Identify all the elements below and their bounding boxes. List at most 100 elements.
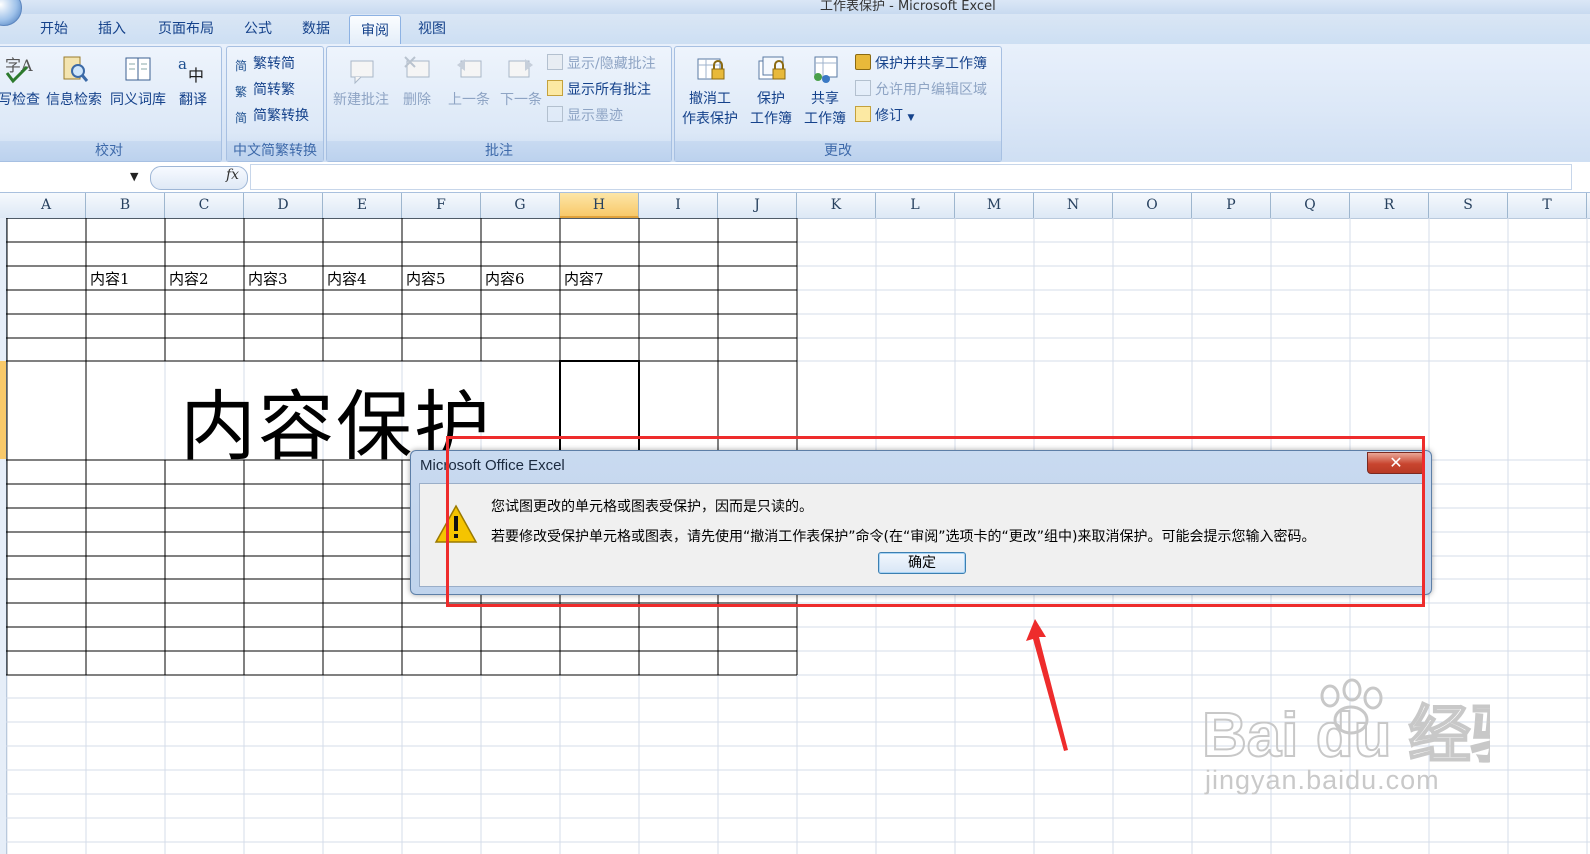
cell-text: 内容3 [248,270,288,288]
cell-text: 内容4 [327,270,367,288]
column-header-f[interactable]: F [402,193,481,218]
column-header-g[interactable]: G [481,193,560,218]
simp-to-trad-button[interactable]: 繁简转繁 [235,79,295,101]
tab-formulas[interactable]: 公式 [232,14,284,44]
column-headers: ABCDEFGHIJKLMNOPQRST [0,193,1590,219]
chevron-down-icon: ▼ [907,113,915,123]
name-box-dropdown-icon[interactable]: ▼ [130,170,138,183]
column-header-d[interactable]: D [244,193,323,218]
thesaurus-button[interactable]: 同义词库 [107,53,169,109]
group-label-chinese-conversion: 中文简繁转换 [227,141,323,161]
new-comment-icon [350,60,374,85]
tab-view[interactable]: 视图 [406,14,458,44]
active-cell[interactable] [559,360,640,461]
conversion-button[interactable]: 简简繁转换 [235,105,309,127]
show-ink-icon [547,106,563,122]
close-button[interactable]: ✕ [1367,452,1425,474]
column-header-n[interactable]: N [1034,193,1113,218]
group-comments: 新建批注 删除 上一条 下一条 显示/隐藏批注 显示所有批注 显示墨迹 批注 [326,46,672,162]
window-title: 工作表保护 - Microsoft Excel [820,0,996,14]
allow-edit-ranges-button[interactable]: 允许用户编辑区域 [855,79,987,101]
warning-icon [434,504,478,543]
group-proofing: 字A 写检查 信息检索 同义词库 a 中 翻译 校对 [0,46,222,162]
column-header-o[interactable]: O [1113,193,1192,218]
share-workbook-icon [814,56,838,83]
column-header-l[interactable]: L [876,193,955,218]
share-workbook-button[interactable]: 共享 工作簿 [799,53,851,129]
formula-bar: ▼ fx [0,162,1590,193]
column-header-a[interactable]: A [7,193,86,218]
spelling-icon: 字A [5,56,33,84]
column-header-j[interactable]: J [718,193,797,218]
protect-share-label: 保护并共享工作簿 [875,56,987,72]
share-workbook-label-2: 工作簿 [804,111,846,127]
tab-home[interactable]: 开始 [28,14,80,44]
column-header-r[interactable]: R [1350,193,1429,218]
unprotect-sheet-button[interactable]: 撤消工 作表保护 [677,53,743,129]
trad-to-simp-label: 繁转简 [253,56,295,72]
translate-button[interactable]: a 中 翻译 [173,53,213,109]
delete-comment-label: 删除 [403,92,431,108]
new-comment-button[interactable]: 新建批注 [329,53,393,109]
spelling-button[interactable]: 字A 写检查 [0,53,41,109]
protect-workbook-button[interactable]: 保护 工作簿 [743,53,799,129]
protect-workbook-label-2: 工作簿 [750,111,792,127]
unprotect-sheet-label-1: 撤消工 [689,91,731,107]
column-header-e[interactable]: E [323,193,402,218]
conversion-icon: 简 [235,111,248,125]
cell-text: 内容1 [90,270,130,288]
column-header-i[interactable]: I [639,193,718,218]
tab-review[interactable]: 审阅 [349,15,401,46]
tab-page-layout[interactable]: 页面布局 [148,14,224,44]
tab-insert[interactable]: 插入 [86,14,138,44]
svg-text:a: a [178,55,187,73]
trad-to-simp-button[interactable]: 简繁转简 [235,53,295,75]
research-button[interactable]: 信息检索 [43,53,105,109]
thesaurus-label: 同义词库 [110,92,166,108]
insert-function-icon[interactable]: fx [226,167,239,183]
translate-icon: a 中 [178,55,204,85]
cell-text: 内容5 [406,270,446,288]
show-hide-comment-button[interactable]: 显示/隐藏批注 [547,53,656,75]
column-header-k[interactable]: K [797,193,876,218]
column-header-b[interactable]: B [86,193,165,218]
protect-workbook-icon [758,56,786,80]
simp-to-trad-label: 简转繁 [253,82,295,98]
group-label-proofing: 校对 [0,141,221,161]
conversion-label: 简繁转换 [253,108,309,124]
show-all-comments-label: 显示所有批注 [567,82,651,98]
column-header-h[interactable]: H [560,193,639,218]
protect-share-button[interactable]: 保护并共享工作簿 [855,53,987,75]
next-comment-button[interactable]: 下一条 [495,53,547,109]
column-header-s[interactable]: S [1429,193,1508,218]
column-header-q[interactable]: Q [1271,193,1350,218]
ok-button[interactable]: 确定 [878,552,966,574]
next-comment-label: 下一条 [500,92,542,108]
formula-input[interactable] [250,164,1572,190]
annotation-arrow-icon [1026,619,1068,751]
show-all-comments-icon [547,80,563,96]
cell-text: 内容6 [485,270,525,288]
group-chinese-conversion: 简繁转简 繁简转繁 简简繁转换 中文简繁转换 [226,46,324,162]
delete-comment-icon [404,56,430,78]
show-hide-comment-label: 显示/隐藏批注 [567,56,656,72]
column-header-t[interactable]: T [1508,193,1587,218]
next-icon [508,59,533,78]
column-header-m[interactable]: M [955,193,1034,218]
delete-comment-button[interactable]: 删除 [397,53,437,109]
show-ink-button[interactable]: 显示墨迹 [547,105,623,127]
cell-text: 内容7 [564,270,604,288]
title-bar: 工作表保护 - Microsoft Excel [0,0,1590,14]
group-label-comments: 批注 [327,141,671,161]
unprotect-sheet-icon [697,58,725,80]
previous-comment-button[interactable]: 上一条 [443,53,495,109]
show-all-comments-button[interactable]: 显示所有批注 [547,79,651,101]
tab-data[interactable]: 数据 [290,14,342,44]
track-changes-label: 修订 [875,108,903,124]
column-header-c[interactable]: C [165,193,244,218]
watermark-url: jingyan.baidu.com [1205,765,1440,795]
ribbon: 字A 写检查 信息检索 同义词库 a 中 翻译 校对 简 繁转简 繁 简转繁 简… [0,44,1590,163]
column-header-p[interactable]: P [1192,193,1271,218]
group-changes: 撤消工 作表保护 保护 工作簿 共享 工作簿 保护并共享工作簿 允许用户编辑区域… [674,46,1002,162]
track-changes-button[interactable]: 修订 ▼ [855,105,914,127]
